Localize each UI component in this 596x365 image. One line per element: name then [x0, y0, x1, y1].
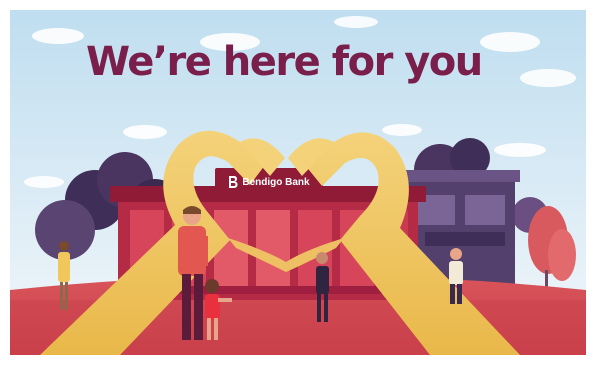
bank-sign: Bendigo Bank	[224, 171, 314, 193]
bendigo-logo-icon	[229, 176, 238, 188]
headline: We’re here for you	[86, 39, 483, 85]
hero-banner: We’re here for you Bendigo Bank	[0, 0, 596, 365]
bank-name: Bendigo Bank	[242, 176, 310, 188]
